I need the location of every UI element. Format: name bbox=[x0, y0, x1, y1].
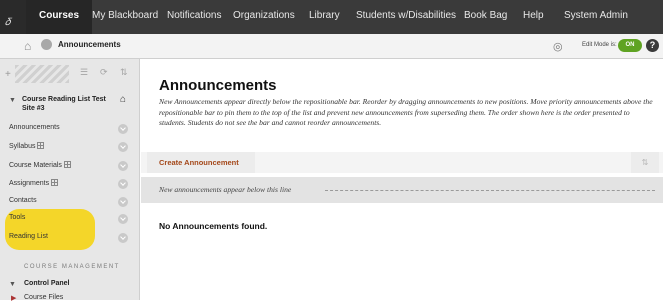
collapse-caret-icon[interactable]: ▼ bbox=[9, 97, 16, 104]
repositionable-bar[interactable]: New announcements appear below this line bbox=[141, 177, 663, 203]
options-chevron-icon[interactable] bbox=[118, 214, 128, 224]
home-icon[interactable]: ⌂ bbox=[24, 39, 31, 53]
options-chevron-icon[interactable] bbox=[118, 124, 128, 134]
options-chevron-icon[interactable] bbox=[118, 161, 128, 171]
menu-display-icon[interactable]: ☰ bbox=[80, 67, 88, 78]
page-description: New Announcements appear directly below … bbox=[159, 97, 653, 127]
content-area-icon bbox=[51, 179, 59, 186]
tab-courses[interactable]: Courses bbox=[26, 0, 92, 34]
course-banner bbox=[15, 65, 69, 83]
brand-corner: 𝛿 bbox=[0, 0, 26, 34]
tab-system-admin[interactable]: System Admin bbox=[564, 0, 628, 34]
sidebar-item-label: Contacts bbox=[9, 197, 37, 204]
brand-glyph: 𝛿 bbox=[5, 17, 11, 28]
tab-library[interactable]: Library bbox=[309, 0, 340, 34]
content-area-icon bbox=[37, 142, 45, 149]
help-icon[interactable]: ? bbox=[646, 39, 659, 52]
control-panel-heading[interactable]: Control Panel bbox=[24, 280, 70, 287]
sidebar-item-course-materials[interactable]: Course Materials bbox=[0, 157, 140, 175]
student-preview-icon[interactable]: ◎ bbox=[553, 40, 567, 53]
sidebar-item-tools[interactable]: Tools bbox=[0, 210, 140, 228]
options-chevron-icon[interactable] bbox=[118, 233, 128, 243]
course-menu-sidebar: + ☰ ⟳ ⇅ ▼ Course Reading List Test Site … bbox=[0, 59, 140, 302]
tab-students-w-disabilities[interactable]: Students w/Disabilities bbox=[356, 0, 456, 34]
sidebar-item-label: Tools bbox=[9, 214, 26, 221]
edit-mode-label: Edit Mode is: bbox=[582, 42, 617, 48]
empty-message: No Announcements found. bbox=[159, 221, 268, 231]
sidebar-item-text: Assignments bbox=[9, 180, 50, 187]
options-chevron-icon[interactable] bbox=[118, 142, 128, 152]
add-menu-item-icon[interactable]: + bbox=[5, 69, 11, 80]
action-bar: Create Announcement ⇅ bbox=[141, 152, 663, 173]
sidebar-item-assignments[interactable]: Assignments bbox=[0, 175, 140, 193]
edit-mode-toggle[interactable]: ON bbox=[618, 39, 642, 52]
sidebar-item-syllabus[interactable]: Syllabus bbox=[0, 138, 140, 156]
sidebar-item-reading-list[interactable]: Reading List bbox=[0, 229, 140, 247]
breadcrumb-title: Announcements bbox=[58, 40, 121, 49]
options-chevron-icon[interactable] bbox=[118, 179, 128, 189]
sidebar-item-text: Course Materials bbox=[9, 162, 62, 169]
sidebar-item-label: Syllabus bbox=[9, 142, 45, 150]
reorder-icon[interactable]: ⇅ bbox=[631, 152, 659, 173]
course-menu-toolbar: + ☰ ⟳ ⇅ bbox=[0, 59, 140, 93]
sidebar-item-label: Course Materials bbox=[9, 161, 71, 169]
course-management-heading: COURSE MANAGEMENT bbox=[24, 264, 120, 270]
top-navigation-bar: 𝛿 Courses My Blackboard Notifications Or… bbox=[0, 0, 663, 34]
content-area-icon bbox=[63, 161, 71, 168]
create-announcement-button[interactable]: Create Announcement bbox=[147, 152, 255, 173]
chevron-down-icon[interactable] bbox=[41, 39, 52, 50]
breadcrumb-bar: ⌂ Announcements ◎ Edit Mode is: ON ? bbox=[0, 34, 663, 59]
main-content: Announcements New Announcements appear d… bbox=[141, 59, 663, 300]
sidebar-item-label: Reading List bbox=[9, 233, 48, 240]
course-home-icon[interactable]: ⌂ bbox=[120, 94, 126, 105]
page-title: Announcements bbox=[159, 77, 277, 94]
course-title[interactable]: Course Reading List Test Site #3 bbox=[22, 95, 114, 113]
sidebar-item-announcements[interactable]: Announcements bbox=[0, 120, 140, 138]
tab-book-bag[interactable]: Book Bag bbox=[464, 0, 507, 34]
collapse-caret-icon[interactable]: ▼ bbox=[9, 281, 16, 288]
expand-caret-icon[interactable]: ▶ bbox=[11, 294, 16, 302]
options-chevron-icon[interactable] bbox=[118, 197, 128, 207]
refresh-icon[interactable]: ⟳ bbox=[100, 67, 108, 78]
sidebar-item-label: Announcements bbox=[9, 124, 60, 131]
sidebar-item-text: Syllabus bbox=[9, 143, 36, 150]
reorder-icon[interactable]: ⇅ bbox=[120, 67, 128, 78]
repositionable-bar-text: New announcements appear below this line bbox=[159, 185, 292, 194]
tab-organizations[interactable]: Organizations bbox=[233, 0, 295, 34]
tab-help[interactable]: Help bbox=[523, 0, 544, 34]
dashed-divider bbox=[325, 190, 655, 191]
sidebar-item-label: Assignments bbox=[9, 179, 59, 187]
tab-notifications[interactable]: Notifications bbox=[167, 0, 221, 34]
tab-my-blackboard[interactable]: My Blackboard bbox=[92, 0, 158, 34]
